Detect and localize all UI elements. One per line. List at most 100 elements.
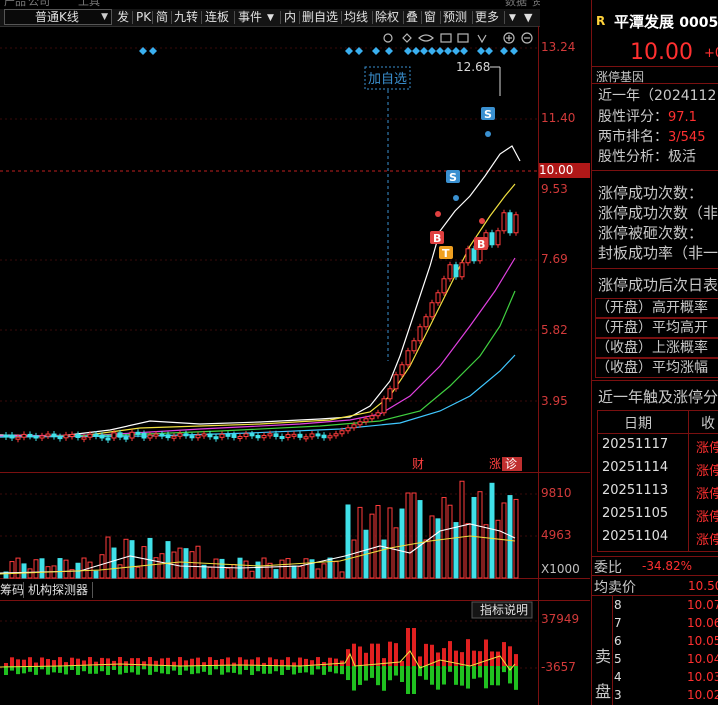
bag-icon[interactable]: [440, 33, 452, 43]
sell-level-number: 6: [614, 634, 622, 648]
indicator-bar-up: [334, 658, 338, 666]
limit-up-marker[interactable]: 涨: [489, 456, 501, 471]
more-chevron-down-icon[interactable]: ▼: [509, 11, 516, 26]
indicator-bar-down: [148, 666, 152, 675]
tool-exright[interactable]: 除权: [375, 10, 399, 25]
kline-type-select[interactable]: 普通K线 ▼: [4, 9, 112, 25]
tool-fa[interactable]: 发: [117, 10, 129, 25]
price-axis-6: 5.82: [541, 323, 568, 337]
tab-institution-detector[interactable]: 机构探测器: [28, 582, 88, 597]
table-row-date[interactable]: 20251117: [602, 437, 668, 452]
volume-bar: [135, 566, 141, 579]
menu-news[interactable]: 资讯: [532, 0, 540, 9]
indicator-bar-down: [328, 666, 332, 672]
volume-bar: [177, 547, 183, 579]
candle: [303, 436, 309, 440]
candle: [267, 433, 273, 437]
table-row-date[interactable]: 20251105: [602, 506, 668, 521]
after-row-3: （收盘）上涨概率: [595, 338, 718, 358]
indicator-bar-down: [304, 666, 308, 673]
menu-tools[interactable]: 工具: [78, 0, 100, 9]
tool-overlay[interactable]: 叠: [406, 10, 418, 25]
indicator-bar-down: [292, 666, 296, 675]
candle: [405, 350, 411, 366]
candle: [309, 433, 315, 438]
price-axis-2: 11.40: [541, 111, 576, 125]
table-row-date[interactable]: 20251104: [602, 529, 668, 544]
sell-level-price[interactable]: 10.04: [687, 652, 718, 666]
candle: [375, 412, 381, 417]
tab-chips[interactable]: 筹码: [0, 583, 24, 597]
indicator-bar-down: [448, 666, 452, 672]
tool-event[interactable]: 事件: [238, 10, 262, 25]
volume-bar: [123, 538, 129, 579]
price-axis-1: 13.24: [541, 40, 576, 54]
rank-row: 两市排名：3/545: [598, 129, 706, 145]
candle: [495, 230, 501, 246]
table-row-date[interactable]: 20251113: [602, 483, 668, 498]
volume-bar: [297, 566, 303, 579]
tool-ma[interactable]: 均线: [344, 10, 368, 25]
sell-level-price[interactable]: 10.03: [687, 670, 718, 684]
current-price-tag: 10.00: [539, 163, 590, 178]
volume-bar: [57, 558, 63, 579]
sell-level-price[interactable]: 10.05: [687, 634, 718, 648]
finance-marker[interactable]: 财: [412, 457, 424, 471]
kline-chart[interactable]: 加自选 12.68 S S B T B 财 涨 诊 筹码 机构探测器 指标说明: [0, 26, 590, 705]
table-row-date[interactable]: 20251114: [602, 460, 668, 475]
candle: [417, 326, 423, 342]
tool-jiuzhuan[interactable]: 九转: [174, 10, 198, 25]
sell-level-number: 7: [614, 616, 622, 630]
table-row-state: 涨停: [696, 441, 718, 456]
chart-toolbar: 普通K线 ▼ 发 PK 简 九转 连板 事件 ▼ 内 删自选 均线 除权 叠 窗…: [0, 9, 540, 27]
calendar-icon[interactable]: [457, 33, 469, 43]
tool-nei[interactable]: 内: [284, 10, 296, 25]
volume-bar: [219, 558, 225, 579]
volume-bar: [273, 569, 279, 579]
stock-price: 10.00: [630, 40, 693, 65]
sell-level-price[interactable]: 10.02: [687, 688, 718, 702]
volume-bar: [483, 524, 489, 579]
volume-bar: [231, 564, 237, 579]
event-chevron-down-icon[interactable]: ▼: [267, 11, 274, 26]
indicator-bar-down: [34, 666, 38, 675]
sell-level-price[interactable]: 10.07: [687, 598, 718, 612]
tool-forecast[interactable]: 预测: [443, 10, 467, 25]
wei-bi-value: -34.82%: [642, 559, 693, 573]
volume-bar: [417, 500, 423, 579]
diamond-tool-icon[interactable]: [402, 33, 412, 43]
price-axis-4: 9.53: [541, 182, 568, 196]
indicator-bar-up: [484, 639, 488, 666]
tool-window[interactable]: 窗: [424, 10, 436, 25]
sell-level-price[interactable]: 10.06: [687, 616, 718, 630]
indicator-bar-up: [280, 659, 284, 666]
filter-icon[interactable]: [477, 34, 487, 44]
candle: [3, 434, 9, 438]
tool-pk[interactable]: PK: [136, 10, 151, 25]
indicator-bar-down: [376, 666, 380, 686]
candle: [93, 433, 99, 437]
stat-broken: 涨停被砸次数：: [598, 224, 704, 242]
indicator-bar-up: [16, 659, 20, 666]
indicator-bar-down: [196, 666, 200, 674]
eye-icon[interactable]: [418, 34, 434, 42]
tool-jian[interactable]: 简: [156, 10, 168, 25]
menu-company[interactable]: 公司: [28, 0, 50, 9]
tool-lianban[interactable]: 连板: [205, 10, 229, 25]
tool-remove-watchlist[interactable]: 删自选: [302, 10, 338, 25]
menu-product[interactable]: 产品: [4, 0, 26, 9]
toolbar-dropdown-icon[interactable]: ▼: [524, 10, 532, 25]
indicator-bar-up: [196, 657, 200, 666]
volume-bar: [357, 506, 363, 579]
indicator-bar-down: [370, 666, 374, 678]
menu-data[interactable]: 数据: [505, 0, 527, 9]
indicator-bar-up: [166, 657, 170, 666]
indicator-axis-1: 37949: [541, 612, 580, 626]
tool-more[interactable]: 更多: [475, 10, 499, 25]
stock-change: +0: [704, 46, 718, 61]
indicator-bar-up: [112, 660, 116, 666]
candle: [291, 433, 297, 437]
candle: [27, 433, 33, 437]
indicator-bar-down: [190, 666, 194, 675]
gear-icon[interactable]: [383, 33, 393, 43]
